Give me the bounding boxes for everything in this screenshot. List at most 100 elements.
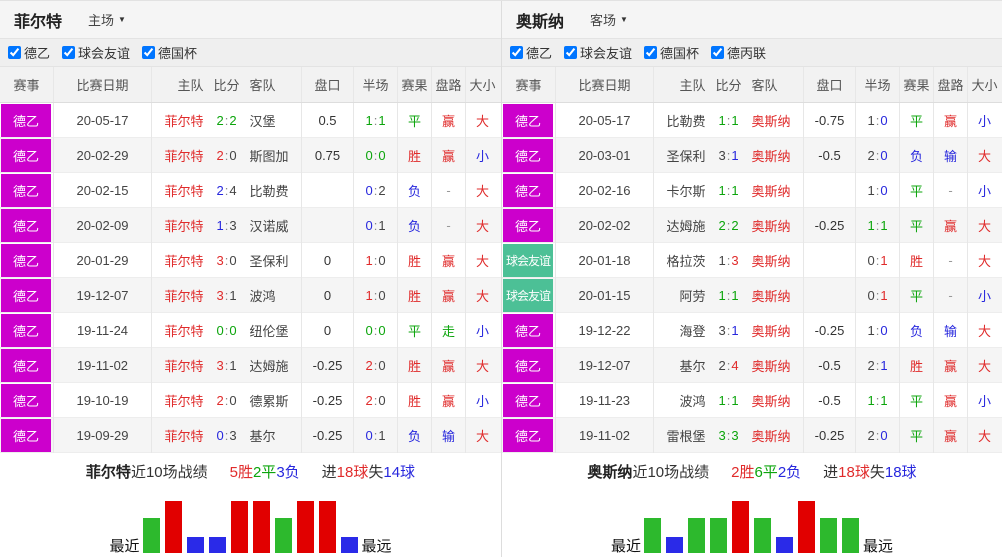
- handicap-result-value: 赢: [432, 243, 466, 278]
- score-away: 1: [731, 288, 739, 303]
- filter-checkbox-item[interactable]: 球会友谊: [62, 43, 130, 62]
- filter-checkbox[interactable]: [711, 46, 725, 59]
- score-away: 3: [731, 428, 739, 443]
- filter-checkbox-item[interactable]: 德乙: [8, 43, 50, 62]
- venue-dropdown[interactable]: 客场 ▼: [590, 10, 628, 29]
- venue-dropdown[interactable]: 主场 ▼: [88, 10, 126, 29]
- full-time-score: 3:1: [206, 288, 248, 303]
- result-value: 胜: [398, 243, 432, 278]
- ht-away: 1: [880, 358, 888, 373]
- match-row: 德乙 19-12-22 海登 3:1 奥斯纳 -0.25 1:0 负输大: [502, 313, 1002, 348]
- match-date: 20-01-15: [556, 278, 654, 313]
- home-team: 菲尔特: [164, 254, 204, 269]
- filter-checkbox[interactable]: [142, 46, 156, 59]
- filter-checkbox[interactable]: [8, 46, 21, 59]
- home-team: 阿劳: [679, 289, 706, 304]
- filter-checkbox-item[interactable]: 球会友谊: [564, 43, 632, 62]
- filter-label: 球会友谊: [78, 46, 131, 61]
- match-date: 20-03-01: [556, 138, 654, 173]
- summary-goals: 进18球失14球: [322, 461, 415, 482]
- filter-checkbox-item[interactable]: 德国杯: [644, 43, 699, 62]
- team-name: 奥斯纳: [516, 13, 565, 31]
- venue-dropdown-value: 客场: [590, 13, 617, 28]
- ht-away: 0: [378, 323, 386, 338]
- away-team: 奥斯纳: [751, 114, 791, 129]
- overunder-value: 大: [475, 359, 489, 374]
- league-badge: 德乙: [1, 174, 51, 207]
- filter-checkbox-item[interactable]: 德乙: [510, 43, 552, 62]
- half-time-score: 2:0: [354, 348, 398, 383]
- handicap-result-value: 走: [432, 313, 466, 348]
- match-date: 19-10-19: [54, 383, 152, 418]
- summary-title: 奥斯纳近10场战绩: [587, 461, 709, 482]
- score-home: 2: [216, 113, 224, 128]
- full-time-score: 2:0: [206, 148, 248, 163]
- score-away: 1: [731, 148, 739, 163]
- league-badge: 德乙: [1, 279, 51, 312]
- handicap-value: 0: [302, 243, 354, 278]
- league-badge: 德乙: [1, 244, 51, 277]
- half-time-score: 0:1: [354, 208, 398, 243]
- result-bar-win: [732, 501, 749, 553]
- handicap-value: -0.25: [302, 418, 354, 453]
- match-row: 德乙 20-05-17 菲尔特 2:2 汉堡 0.5 1:1 平赢大: [0, 103, 501, 138]
- col-overunder: 大小: [971, 78, 998, 93]
- ht-home: 2: [867, 428, 875, 443]
- half-time-score: 1:1: [856, 383, 900, 418]
- filter-checkbox[interactable]: [62, 46, 76, 59]
- dual-team-stats: 菲尔特 主场 ▼ 德乙 球会友谊 德国杯 赛事 比赛日期 主队 比分 客队 盘口 半场 赛果 盘路 大小 德乙 2…: [0, 0, 1002, 557]
- handicap-result-value: 输: [432, 418, 466, 453]
- half-time-score: 0:1: [856, 243, 900, 278]
- ht-home: 1: [867, 393, 875, 408]
- filter-checkbox[interactable]: [644, 46, 658, 59]
- overunder-value: 大: [977, 254, 991, 269]
- handicap-result-value: 赢: [432, 348, 466, 383]
- filter-checkbox-item[interactable]: 德丙联: [711, 43, 766, 62]
- summary-team: 奥斯纳: [587, 463, 633, 481]
- filter-checkbox-item[interactable]: 德国杯: [142, 43, 197, 62]
- record-summary: 奥斯纳近10场战绩 2胜6平2负 进18球失18球: [502, 457, 1002, 485]
- half-time-score: 0:1: [856, 278, 900, 313]
- goals-segment: 14球: [383, 463, 416, 481]
- handicap-value: 0: [302, 313, 354, 348]
- chart-label-nearest: 最近: [610, 538, 641, 555]
- home-team: 格拉茨: [666, 254, 706, 269]
- filter-checkbox[interactable]: [510, 46, 523, 59]
- score-home: 2: [216, 148, 224, 163]
- filter-checkbox[interactable]: [564, 46, 578, 59]
- ht-away: 0: [378, 358, 386, 373]
- handicap-result-value: 输: [934, 313, 968, 348]
- col-handicap: 盘口: [302, 67, 354, 102]
- home-team: 菲尔特: [164, 219, 204, 234]
- handicap-value: -0.25: [302, 383, 354, 418]
- col-halftime: 半场: [856, 67, 900, 102]
- home-team: 卡尔斯: [666, 184, 706, 199]
- ht-home: 1: [365, 253, 373, 268]
- score-home: 1: [718, 183, 726, 198]
- score-away: 2: [229, 113, 237, 128]
- overunder-value: 小: [475, 394, 489, 409]
- match-row: 德乙 20-02-16 卡尔斯 1:1 奥斯纳 1:0 平 - 小: [502, 173, 1002, 208]
- ht-home: 2: [867, 358, 875, 373]
- result-bar-draw: [754, 518, 771, 553]
- match-date: 19-09-29: [54, 418, 152, 453]
- score-away: 0: [229, 323, 237, 338]
- league-badge: 德乙: [1, 314, 51, 347]
- home-team: 波鸿: [679, 394, 706, 409]
- half-time-score: 2:0: [354, 383, 398, 418]
- match-row: 德乙 19-12-07 菲尔特 3:1 波鸿 0 1:0 胜赢大: [0, 278, 501, 313]
- half-time-score: 1:1: [856, 208, 900, 243]
- ht-home: 0: [867, 288, 875, 303]
- panel-header: 菲尔特 主场 ▼: [0, 1, 501, 39]
- league-badge: 德乙: [503, 139, 553, 172]
- result-bar-win: [798, 501, 815, 553]
- col-result: 赛果: [900, 67, 934, 102]
- half-time-score: 2:1: [856, 348, 900, 383]
- result-bar-draw: [820, 518, 837, 553]
- match-date: 19-11-24: [54, 313, 152, 348]
- overunder-value: 大: [977, 219, 991, 234]
- handicap-value: -0.25: [804, 208, 856, 243]
- ht-away: 0: [880, 183, 888, 198]
- half-time-score: 0:0: [354, 313, 398, 348]
- record-segment: 2平: [252, 463, 277, 481]
